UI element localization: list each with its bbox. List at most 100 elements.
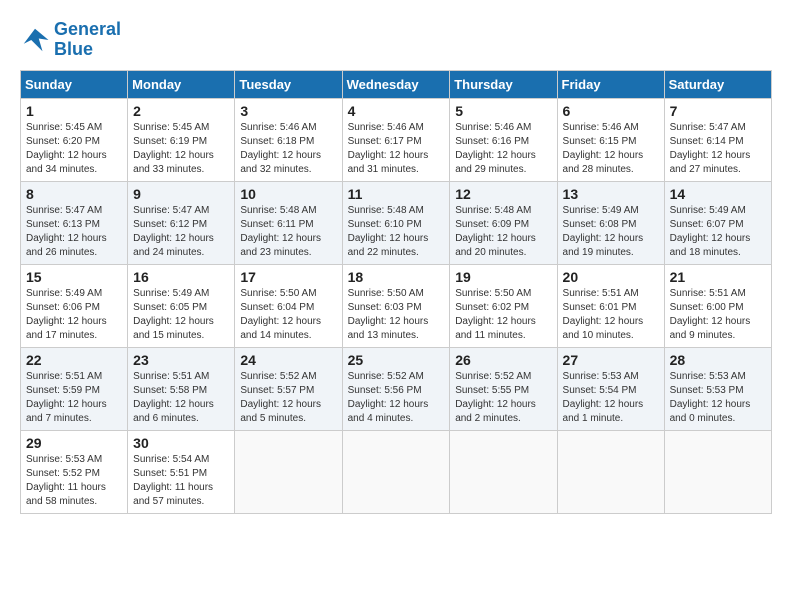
day-info: Sunrise: 5:49 AM Sunset: 6:06 PM Dayligh… [26, 287, 122, 343]
calendar-week-row: 8Sunrise: 5:47 AM Sunset: 6:13 PM Daylig… [21, 181, 772, 264]
day-info: Sunrise: 5:46 AM Sunset: 6:17 PM Dayligh… [348, 121, 445, 177]
calendar-day-cell: 30 Sunrise: 5:54 AM Sunset: 5:51 PM Dayli… [128, 430, 235, 513]
calendar-day-cell: 26 Sunrise: 5:52 AM Sunset: 5:55 PM Dayli… [450, 347, 557, 430]
day-info: Sunrise: 5:47 AM Sunset: 6:13 PM Dayligh… [26, 204, 122, 260]
calendar-day-cell [664, 430, 771, 513]
calendar-week-row: 15 Sunrise: 5:49 AM Sunset: 6:06 PM Dayli… [21, 264, 772, 347]
day-info: Sunrise: 5:48 AM Sunset: 6:10 PM Dayligh… [348, 204, 445, 260]
calendar-day-cell: 2 Sunrise: 5:45 AM Sunset: 6:19 PM Daylig… [128, 98, 235, 181]
day-number: 13 [563, 186, 659, 202]
calendar-day-cell: 17 Sunrise: 5:50 AM Sunset: 6:04 PM Dayli… [235, 264, 342, 347]
day-info: Sunrise: 5:48 AM Sunset: 6:09 PM Dayligh… [455, 204, 551, 260]
day-number: 28 [670, 352, 766, 368]
day-info: Sunrise: 5:47 AM Sunset: 6:12 PM Dayligh… [133, 204, 229, 260]
day-number: 27 [563, 352, 659, 368]
page-header: General Blue [20, 20, 772, 60]
day-number: 3 [240, 103, 336, 119]
day-number: 29 [26, 435, 122, 451]
calendar-day-cell: 23 Sunrise: 5:51 AM Sunset: 5:58 PM Dayli… [128, 347, 235, 430]
day-info: Sunrise: 5:50 AM Sunset: 6:04 PM Dayligh… [240, 287, 336, 343]
day-info: Sunrise: 5:51 AM Sunset: 5:58 PM Dayligh… [133, 370, 229, 426]
calendar-day-cell: 25 Sunrise: 5:52 AM Sunset: 5:56 PM Dayli… [342, 347, 450, 430]
day-number: 22 [26, 352, 122, 368]
day-info: Sunrise: 5:46 AM Sunset: 6:15 PM Dayligh… [563, 121, 659, 177]
weekday-header: Friday [557, 70, 664, 98]
day-number: 2 [133, 103, 229, 119]
calendar-day-cell: 14 Sunrise: 5:49 AM Sunset: 6:07 PM Dayli… [664, 181, 771, 264]
day-number: 7 [670, 103, 766, 119]
calendar-table: SundayMondayTuesdayWednesdayThursdayFrid… [20, 70, 772, 514]
calendar-day-cell [450, 430, 557, 513]
calendar-day-cell: 28 Sunrise: 5:53 AM Sunset: 5:53 PM Dayli… [664, 347, 771, 430]
day-info: Sunrise: 5:48 AM Sunset: 6:11 PM Dayligh… [240, 204, 336, 260]
day-number: 30 [133, 435, 229, 451]
weekday-header: Sunday [21, 70, 128, 98]
calendar-day-cell: 29Sunrise: 5:53 AM Sunset: 5:52 PM Dayli… [21, 430, 128, 513]
day-number: 17 [240, 269, 336, 285]
day-number: 21 [670, 269, 766, 285]
calendar-day-cell: 9 Sunrise: 5:47 AM Sunset: 6:12 PM Daylig… [128, 181, 235, 264]
day-info: Sunrise: 5:53 AM Sunset: 5:53 PM Dayligh… [670, 370, 766, 426]
calendar-day-cell: 4 Sunrise: 5:46 AM Sunset: 6:17 PM Daylig… [342, 98, 450, 181]
day-info: Sunrise: 5:45 AM Sunset: 6:19 PM Dayligh… [133, 121, 229, 177]
day-number: 20 [563, 269, 659, 285]
day-number: 19 [455, 269, 551, 285]
day-info: Sunrise: 5:49 AM Sunset: 6:07 PM Dayligh… [670, 204, 766, 260]
weekday-header: Saturday [664, 70, 771, 98]
weekday-header-row: SundayMondayTuesdayWednesdayThursdayFrid… [21, 70, 772, 98]
weekday-header: Tuesday [235, 70, 342, 98]
day-number: 11 [348, 186, 445, 202]
day-info: Sunrise: 5:51 AM Sunset: 6:01 PM Dayligh… [563, 287, 659, 343]
day-number: 25 [348, 352, 445, 368]
calendar-day-cell: 18 Sunrise: 5:50 AM Sunset: 6:03 PM Dayli… [342, 264, 450, 347]
calendar-day-cell: 22 Sunrise: 5:51 AM Sunset: 5:59 PM Dayli… [21, 347, 128, 430]
day-number: 24 [240, 352, 336, 368]
day-info: Sunrise: 5:54 AM Sunset: 5:51 PM Dayligh… [133, 453, 229, 509]
calendar-day-cell: 16Sunrise: 5:49 AM Sunset: 6:05 PM Dayli… [128, 264, 235, 347]
calendar-day-cell [342, 430, 450, 513]
calendar-day-cell: 19 Sunrise: 5:50 AM Sunset: 6:02 PM Dayli… [450, 264, 557, 347]
calendar-week-row: 1Sunrise: 5:45 AM Sunset: 6:20 PM Daylig… [21, 98, 772, 181]
logo-text: General Blue [54, 20, 121, 60]
day-number: 23 [133, 352, 229, 368]
calendar-day-cell [557, 430, 664, 513]
weekday-header: Monday [128, 70, 235, 98]
calendar-day-cell: 7 Sunrise: 5:47 AM Sunset: 6:14 PM Daylig… [664, 98, 771, 181]
day-info: Sunrise: 5:45 AM Sunset: 6:20 PM Dayligh… [26, 121, 122, 177]
day-number: 18 [348, 269, 445, 285]
day-info: Sunrise: 5:53 AM Sunset: 5:54 PM Dayligh… [563, 370, 659, 426]
weekday-header: Thursday [450, 70, 557, 98]
day-number: 15 [26, 269, 122, 285]
calendar-day-cell: 5Sunrise: 5:46 AM Sunset: 6:16 PM Daylig… [450, 98, 557, 181]
day-info: Sunrise: 5:52 AM Sunset: 5:55 PM Dayligh… [455, 370, 551, 426]
day-number: 14 [670, 186, 766, 202]
day-info: Sunrise: 5:47 AM Sunset: 6:14 PM Dayligh… [670, 121, 766, 177]
weekday-header: Wednesday [342, 70, 450, 98]
day-number: 12 [455, 186, 551, 202]
day-number: 4 [348, 103, 445, 119]
day-info: Sunrise: 5:51 AM Sunset: 6:00 PM Dayligh… [670, 287, 766, 343]
calendar-day-cell: 13Sunrise: 5:49 AM Sunset: 6:08 PM Dayli… [557, 181, 664, 264]
calendar-day-cell: 6Sunrise: 5:46 AM Sunset: 6:15 PM Daylig… [557, 98, 664, 181]
calendar-day-cell: 1Sunrise: 5:45 AM Sunset: 6:20 PM Daylig… [21, 98, 128, 181]
day-number: 5 [455, 103, 551, 119]
day-info: Sunrise: 5:51 AM Sunset: 5:59 PM Dayligh… [26, 370, 122, 426]
day-info: Sunrise: 5:46 AM Sunset: 6:18 PM Dayligh… [240, 121, 336, 177]
day-number: 26 [455, 352, 551, 368]
logo-icon [20, 25, 50, 55]
day-number: 16 [133, 269, 229, 285]
logo: General Blue [20, 20, 121, 60]
calendar-week-row: 22 Sunrise: 5:51 AM Sunset: 5:59 PM Dayli… [21, 347, 772, 430]
calendar-body: 1Sunrise: 5:45 AM Sunset: 6:20 PM Daylig… [21, 98, 772, 513]
calendar-day-cell: 27 Sunrise: 5:53 AM Sunset: 5:54 PM Dayli… [557, 347, 664, 430]
calendar-week-row: 29Sunrise: 5:53 AM Sunset: 5:52 PM Dayli… [21, 430, 772, 513]
day-info: Sunrise: 5:50 AM Sunset: 6:03 PM Dayligh… [348, 287, 445, 343]
calendar-day-cell: 3 Sunrise: 5:46 AM Sunset: 6:18 PM Daylig… [235, 98, 342, 181]
calendar-day-cell: 10Sunrise: 5:48 AM Sunset: 6:11 PM Dayli… [235, 181, 342, 264]
day-info: Sunrise: 5:50 AM Sunset: 6:02 PM Dayligh… [455, 287, 551, 343]
calendar-day-cell: 11 Sunrise: 5:48 AM Sunset: 6:10 PM Dayli… [342, 181, 450, 264]
day-info: Sunrise: 5:52 AM Sunset: 5:56 PM Dayligh… [348, 370, 445, 426]
calendar-day-cell: 21 Sunrise: 5:51 AM Sunset: 6:00 PM Dayli… [664, 264, 771, 347]
calendar-day-cell [235, 430, 342, 513]
day-number: 9 [133, 186, 229, 202]
